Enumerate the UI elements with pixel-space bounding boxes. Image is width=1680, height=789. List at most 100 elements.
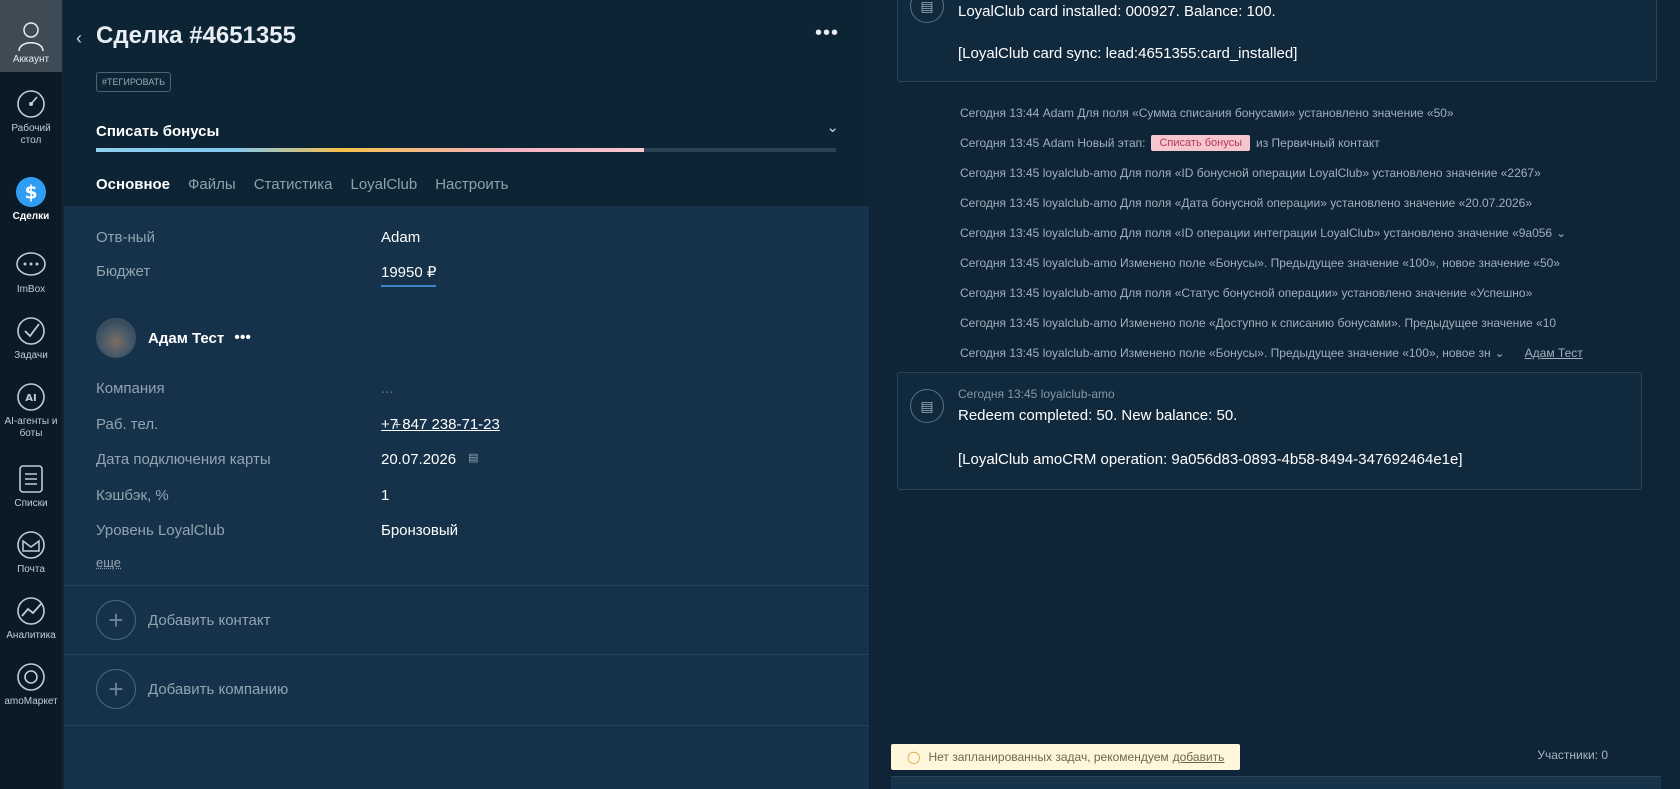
back-arrow-icon[interactable]: ‹ <box>76 28 82 49</box>
mail-icon <box>15 529 47 561</box>
nav-label-imbox: ImBox <box>16 284 46 295</box>
note-text: LoyalClub card installed: 000927. Balanc… <box>958 3 1276 20</box>
log-entry-stage-change: Сегодня 13:45 Adam Новый этап: Списать б… <box>960 128 1583 158</box>
field-card-date: Дата подключения карты 20.07.2026 ▤ <box>96 451 478 468</box>
pipeline-progress-fill <box>96 148 644 152</box>
add-company-button[interactable]: + Добавить компанию <box>96 669 288 709</box>
divider <box>64 585 869 586</box>
nav-item-mail[interactable]: Почта <box>0 513 62 579</box>
card-date-value[interactable]: 20.07.2026 <box>381 451 456 468</box>
budget-input[interactable]: 19950 ₽ <box>381 263 437 287</box>
responsible-value[interactable]: Adam <box>381 229 420 246</box>
plus-icon: + <box>96 669 136 709</box>
contact-header: Адам Тест ••• <box>96 318 251 358</box>
deal-card-panel: ‹ Сделка #4651355 ••• #ТЕГИРОВАТЬ Списат… <box>64 0 869 789</box>
field-label: Уровень LoyalClub <box>96 522 225 539</box>
deal-title: Сделка #4651355 <box>96 22 296 49</box>
log-entry: Сегодня 13:45 loyalclub-amo Для поля «Да… <box>960 196 1533 210</box>
svg-text:$: $ <box>24 183 37 204</box>
note-icon: ▤ <box>910 0 944 23</box>
tab-main[interactable]: Основное <box>96 176 170 193</box>
no-tasks-banner: ◯ Нет запланированных задач, рекомендуем… <box>891 744 1241 770</box>
pipeline-progress-bar <box>96 148 836 152</box>
participants-count[interactable]: Участники: 0 <box>1537 748 1608 762</box>
log-entry-prefix: Сегодня 13:45 Adam Новый этап: <box>960 136 1146 150</box>
log-entry-suffix: из Первичный контакт <box>1256 136 1380 150</box>
add-phone-icon[interactable]: + <box>393 416 401 432</box>
log-entry-text: Сегодня 13:45 loyalclub-amo Изменено пол… <box>960 346 1491 360</box>
tasks-icon <box>15 315 47 347</box>
tab-loyalclub[interactable]: LoyalClub <box>350 176 417 193</box>
nav-item-imbox[interactable]: ImBox <box>0 233 62 299</box>
chevron-down-icon[interactable]: ⌄ <box>826 118 839 136</box>
tab-statistics[interactable]: Статистика <box>254 176 333 193</box>
event-log: Сегодня 13:44 Adam Для поля «Сумма списа… <box>960 98 1583 368</box>
user-link[interactable]: Адам Тест <box>1525 346 1583 360</box>
field-budget: Бюджет 19950 ₽ <box>96 263 437 287</box>
message-input[interactable] <box>891 776 1661 789</box>
pipeline-stage-select[interactable]: Списать бонусы <box>96 123 219 140</box>
lightbulb-icon: ◯ <box>907 750 921 764</box>
nav-item-analytics[interactable]: Аналитика <box>0 579 62 645</box>
divider <box>64 725 869 726</box>
deal-tabs: Основное Файлы Статистика LoyalClub Наст… <box>96 176 509 193</box>
log-entry: Сегодня 13:45 loyalclub-amo Для поля «ID… <box>960 166 1541 180</box>
tab-files[interactable]: Файлы <box>188 176 236 193</box>
log-entry: Сегодня 13:45 loyalclub-amo Изменено пол… <box>960 338 1583 368</box>
field-phone: Раб. тел. + +7 847 238-71-23 <box>96 416 500 433</box>
field-label: Раб. тел. <box>96 416 159 433</box>
company-value[interactable]: ... <box>381 380 394 397</box>
more-options-icon[interactable]: ••• <box>815 22 839 45</box>
expand-chevron-icon[interactable]: ⌄ <box>1495 346 1505 360</box>
nav-item-tasks[interactable]: Задачи <box>0 299 62 365</box>
note-card: ▤ LoyalClub card installed: 000927. Bala… <box>897 0 1657 82</box>
nav-item-ai-agents[interactable]: AI AI-агенты и боты <box>0 365 62 447</box>
deal-header: ‹ Сделка #4651355 ••• #ТЕГИРОВАТЬ Списат… <box>64 0 869 206</box>
chat-icon <box>15 249 47 281</box>
note-card: ▤ Сегодня 13:45 loyalclub-amo Redeem com… <box>897 372 1642 490</box>
account-icon <box>18 22 44 52</box>
add-contact-label: Добавить контакт <box>148 611 271 629</box>
field-label: Компания <box>96 380 165 397</box>
nav-label-dashboard: Рабочий стол <box>11 123 51 146</box>
log-entry: Сегодня 13:45 loyalclub-amo Для поля «Ст… <box>960 286 1533 300</box>
account-button[interactable]: Аккаунт <box>0 0 62 72</box>
contact-more-icon[interactable]: ••• <box>234 329 251 347</box>
more-fields-link[interactable]: еще <box>96 555 121 570</box>
tab-configure[interactable]: Настроить <box>435 176 508 193</box>
calendar-icon[interactable]: ▤ <box>468 451 478 468</box>
lists-icon <box>15 463 47 495</box>
activity-feed: ▤ LoyalClub card installed: 000927. Bala… <box>870 0 1680 789</box>
nav-label-market: amoМаркет <box>4 696 58 707</box>
level-value[interactable]: Бронзовый <box>381 522 458 539</box>
nav-item-lists[interactable]: Списки <box>0 447 62 513</box>
field-label: Кэшбэк, % <box>96 487 169 504</box>
note-text: [LoyalClub card sync: lead:4651355:card_… <box>958 45 1298 62</box>
add-contact-button[interactable]: + Добавить контакт <box>96 600 270 640</box>
nav-item-deals[interactable]: $ Сделки <box>0 160 62 233</box>
add-company-label: Добавить компанию <box>148 680 289 698</box>
field-responsible: Отв-ный Adam <box>96 229 420 246</box>
account-label: Аккаунт <box>12 54 50 65</box>
log-entry: Сегодня 13:44 Adam Для поля «Сумма списа… <box>960 106 1454 120</box>
tag-button[interactable]: #ТЕГИРОВАТЬ <box>96 72 172 92</box>
nav-item-market[interactable]: amoМаркет <box>0 645 62 711</box>
field-level: Уровень LoyalClub Бронзовый <box>96 522 458 539</box>
cashback-value[interactable]: 1 <box>381 487 389 504</box>
nav-label-ai-agents: AI-агенты и боты <box>4 416 58 439</box>
field-label: Бюджет <box>96 263 151 280</box>
nav-label-lists: Списки <box>14 498 48 509</box>
nav-item-dashboard[interactable]: Рабочий стол <box>0 72 62 160</box>
divider <box>64 654 869 655</box>
field-label: Дата подключения карты <box>96 451 271 468</box>
field-label: Отв-ный <box>96 229 155 246</box>
avatar[interactable] <box>96 318 136 358</box>
note-text: Redeem completed: 50. New balance: 50. <box>958 407 1238 424</box>
field-cashback: Кэшбэк, % 1 <box>96 487 389 504</box>
add-task-link[interactable]: добавить <box>1173 750 1225 764</box>
stage-badge: Списать бонусы <box>1151 135 1251 151</box>
market-icon <box>15 661 47 693</box>
contact-name[interactable]: Адам Тест <box>148 330 224 347</box>
nav-label-deals: Сделки <box>12 211 50 222</box>
expand-chevron-icon[interactable]: ⌄ <box>1556 226 1566 240</box>
